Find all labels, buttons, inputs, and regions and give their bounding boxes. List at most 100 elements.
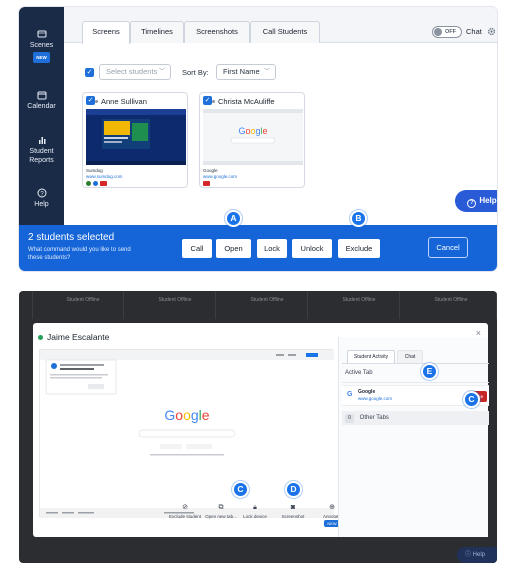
toolbar-label: Exclude student <box>168 514 202 519</box>
sidebar-item-label: Student Reports <box>29 148 54 164</box>
offline-label: Student Offline <box>66 297 100 303</box>
sort-by-value: First Name <box>223 67 260 76</box>
offline-label: Student Offline <box>250 297 284 303</box>
app-icon <box>100 181 107 186</box>
tab-chat[interactable]: Chat <box>397 350 423 363</box>
grid-cell <box>19 291 33 319</box>
select-all-checkbox[interactable]: ✓ <box>85 68 94 77</box>
screen-thumbnail[interactable]: Google <box>203 109 303 165</box>
gear-icon[interactable] <box>487 27 496 36</box>
status-dot <box>212 100 215 103</box>
chevron-down-icon: ﹀ <box>263 69 270 75</box>
tab-student-activity[interactable]: Student Activity <box>347 350 395 363</box>
main-content: Screens Timelines Screenshots Call Stude… <box>64 7 497 225</box>
cancel-button[interactable]: Cancel <box>428 237 468 258</box>
tab-screens[interactable]: Screens <box>82 21 130 44</box>
callout-marker: B <box>350 210 367 227</box>
offline-label: Student Offline <box>434 297 468 303</box>
tab-timelines[interactable]: Timelines <box>130 21 184 43</box>
callout-marker: D <box>285 481 302 498</box>
help-button-label: Help <box>479 196 497 205</box>
sidebar-item-label: Help <box>34 201 49 208</box>
tab-screenshots[interactable]: Screenshots <box>184 21 250 43</box>
open-button[interactable]: Open <box>216 239 251 258</box>
teacher-dashboard-panel: Scenes NEW Calendar Student Reports ? He… <box>19 7 497 271</box>
grid-cell <box>33 291 124 319</box>
sidebar-item-help[interactable]: ? Help <box>19 188 64 209</box>
student-screen-modal: Jaime Escalante × Google ⊘ Exclude stude… <box>33 323 489 537</box>
grid-cell <box>216 291 308 319</box>
action-prompt: What command would you like to send thes… <box>28 247 131 261</box>
svg-text:Google: Google <box>164 407 209 423</box>
thumbnail-site-url: www.sumdog.com <box>86 174 123 179</box>
other-tabs-row[interactable]: 0 Other Tabs <box>342 411 489 425</box>
callout-marker: C <box>463 391 480 408</box>
sort-by-dropdown[interactable]: First Name ﹀ <box>216 64 276 80</box>
select-students-dropdown[interactable]: Select students ﹀ <box>99 64 171 80</box>
chat-toggle[interactable]: OFF <box>432 26 462 38</box>
student-name: Christa McAuliffe <box>218 97 275 106</box>
lock-device-button[interactable]: 🔒︎ Lock device <box>235 504 275 519</box>
thumbnail-site-url: www.google.com <box>203 174 238 179</box>
screenshot-button[interactable]: ◙ Screenshot <box>273 504 313 519</box>
online-status-dot <box>38 335 43 340</box>
sidebar-item-student-reports[interactable]: Student Reports <box>19 135 64 165</box>
other-tabs-label: Other Tabs <box>359 415 389 421</box>
app-icon <box>93 181 98 186</box>
sidebar-item-calendar[interactable]: Calendar <box>19 90 64 111</box>
toolbar-label: Open new tab... <box>205 514 237 519</box>
select-students-placeholder: Select students <box>106 67 158 76</box>
status-dot <box>95 100 98 103</box>
active-tab-heading: Active Tab <box>345 370 373 376</box>
toolbar-label: Screenshot <box>281 514 305 519</box>
help-circle-icon: ? <box>37 188 46 198</box>
callout-marker: E <box>421 363 438 380</box>
student-checkbox[interactable]: ✓ <box>203 96 212 105</box>
help-button[interactable]: ⓘ Help <box>457 547 497 563</box>
toggle-knob <box>434 28 442 36</box>
tab-bar: Screens Timelines Screenshots Call Stude… <box>64 7 497 44</box>
help-button-label: Help <box>472 552 486 558</box>
selected-count: 2 students selected <box>28 232 115 243</box>
reports-icon <box>38 137 45 144</box>
student-name: Anne Sullivan <box>101 97 147 106</box>
other-tabs-count: 0 <box>345 414 354 423</box>
callout-marker: A <box>225 210 242 227</box>
bulk-action-bar: 2 students selected What command would y… <box>19 225 497 271</box>
student-card[interactable]: ✓ Christa McAuliffe Google Google www.go… <box>199 92 305 188</box>
student-checkbox[interactable]: ✓ <box>86 96 95 105</box>
tab-call-students[interactable]: Call Students <box>250 21 320 43</box>
sidebar-item-label: Scenes <box>29 42 54 49</box>
app-icon <box>86 181 91 186</box>
site-title: Google <box>358 389 376 395</box>
exclude-icon: ⊘ <box>182 504 188 511</box>
chat-label: Chat <box>466 27 482 36</box>
help-circle-icon: ⓘ <box>465 552 473 558</box>
exclude-student-button[interactable]: ⊘ Exclude student <box>165 504 205 519</box>
help-circle-icon: ? <box>467 199 477 208</box>
site-url: www.google.com <box>358 396 393 401</box>
grid-cell <box>400 291 497 319</box>
sidebar-item-scenes[interactable]: Scenes NEW <box>19 29 64 63</box>
grid-cell <box>308 291 400 319</box>
lock-icon: 🔒︎ <box>253 504 257 511</box>
screen-thumbnail[interactable] <box>86 109 186 165</box>
camera-icon: ◙ <box>290 504 296 511</box>
toggle-state: OFF <box>445 29 456 35</box>
lock-button[interactable]: Lock <box>257 239 287 258</box>
google-favicon-icon: G <box>347 391 353 398</box>
scenes-icon <box>37 30 46 38</box>
thumbnail-site-title: Sumdog <box>86 168 103 173</box>
exclude-button[interactable]: Exclude <box>338 239 380 258</box>
unlock-button[interactable]: Unlock <box>292 239 332 258</box>
thumbnail-site-title: Google <box>203 168 218 173</box>
student-detail-panel: Student Offline Student Offline Student … <box>19 291 497 563</box>
call-button[interactable]: Call <box>182 239 212 258</box>
student-card[interactable]: ✓ Anne Sullivan Sumdog www.sumdog.com <box>82 92 188 188</box>
sidebar: Scenes NEW Calendar Student Reports ? He… <box>19 7 64 225</box>
app-icon <box>203 181 210 186</box>
sort-by-label: Sort By: <box>182 68 209 77</box>
help-button[interactable]: ? Help <box>455 190 497 212</box>
sidebar-item-label: Calendar <box>27 103 56 110</box>
offline-label: Student Offline <box>158 297 192 303</box>
